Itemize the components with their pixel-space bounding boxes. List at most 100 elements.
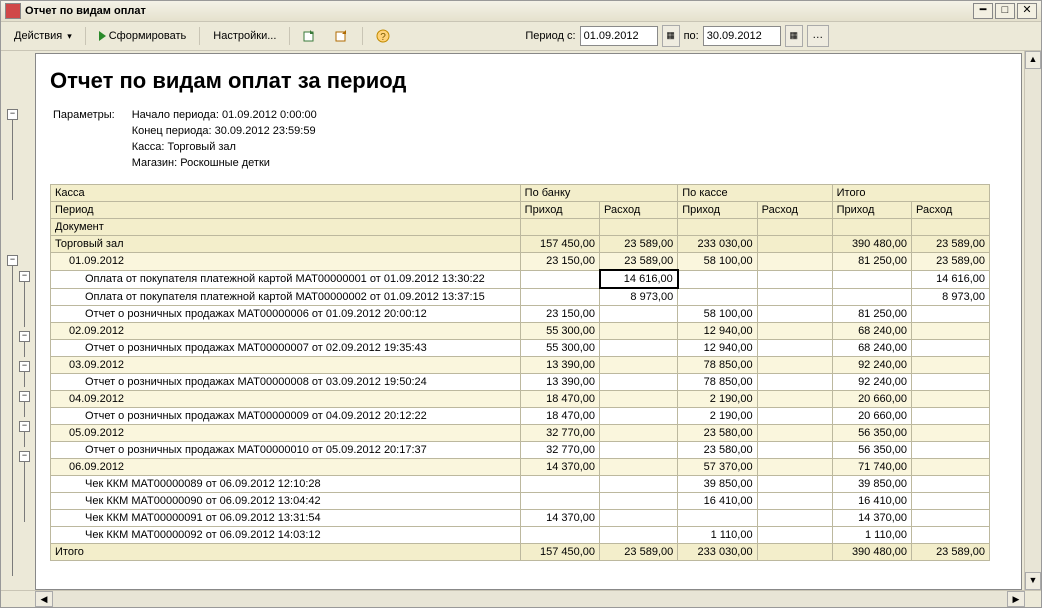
- cell-value: [757, 527, 832, 544]
- tree-gutter: −−−−−−−−: [1, 51, 35, 590]
- period-from-label: Период с:: [525, 30, 575, 42]
- toolbar: Действия▾ Сформировать Настройки... ?: [1, 22, 1041, 51]
- cell-value: [912, 459, 990, 476]
- table-row[interactable]: Отчет о розничных продажах МАТ00000008 о…: [51, 374, 990, 391]
- header-income: Приход: [832, 202, 911, 219]
- table-row[interactable]: Отчет о розничных продажах МАТ00000007 о…: [51, 340, 990, 357]
- cell-value: [757, 236, 832, 253]
- row-label: Отчет о розничных продажах МАТ00000009 о…: [51, 408, 521, 425]
- cell-value: 78 850,00: [678, 374, 757, 391]
- period-from-picker[interactable]: ▦: [662, 25, 680, 47]
- tree-toggle[interactable]: −: [19, 361, 30, 372]
- period-from-input[interactable]: 01.09.2012: [580, 26, 658, 46]
- cell-value: [832, 270, 911, 288]
- cell-value: 56 350,00: [832, 425, 911, 442]
- minimize-button[interactable]: ━: [973, 3, 993, 19]
- total-value: 23 589,00: [912, 544, 990, 561]
- table-row[interactable]: Торговый зал157 450,0023 589,00233 030,0…: [51, 236, 990, 253]
- table-row[interactable]: 03.09.201213 390,0078 850,0092 240,00: [51, 357, 990, 374]
- cell-value: 23 580,00: [678, 442, 757, 459]
- cell-value: [757, 253, 832, 271]
- scroll-track[interactable]: [1025, 69, 1041, 572]
- table-row[interactable]: Оплата от покупателя платежной картой МА…: [51, 270, 990, 288]
- cell-value: 78 850,00: [678, 357, 757, 374]
- cell-value: 14 616,00: [912, 270, 990, 288]
- row-label: 02.09.2012: [51, 323, 521, 340]
- cell-value: [912, 527, 990, 544]
- cell-value: 12 940,00: [678, 340, 757, 357]
- settings-button[interactable]: Настройки...: [206, 25, 283, 47]
- table-row[interactable]: Чек ККМ МАТ00000092 от 06.09.2012 14:03:…: [51, 527, 990, 544]
- cell-value: [678, 288, 757, 306]
- cell-value: [520, 493, 599, 510]
- generate-button[interactable]: Сформировать: [92, 25, 194, 47]
- close-button[interactable]: ✕: [1017, 3, 1037, 19]
- svg-text:?: ?: [381, 32, 387, 43]
- tree-toggle[interactable]: −: [19, 391, 30, 402]
- tree-toggle[interactable]: −: [19, 271, 30, 282]
- cell-value: [600, 425, 678, 442]
- period-to-input[interactable]: 30.09.2012: [703, 26, 781, 46]
- table-row[interactable]: Отчет о розничных продажах МАТ00000010 о…: [51, 442, 990, 459]
- table-row[interactable]: Отчет о розничных продажах МАТ00000009 о…: [51, 408, 990, 425]
- cell-value: 8 973,00: [600, 288, 678, 306]
- total-label: Итого: [51, 544, 521, 561]
- cell-value: 8 973,00: [912, 288, 990, 306]
- tree-toggle[interactable]: −: [7, 109, 18, 120]
- maximize-button[interactable]: □: [995, 3, 1015, 19]
- cell-value: 58 100,00: [678, 306, 757, 323]
- cell-value: 57 370,00: [678, 459, 757, 476]
- table-row[interactable]: Чек ККМ МАТ00000089 от 06.09.2012 12:10:…: [51, 476, 990, 493]
- separator: [199, 27, 200, 45]
- header-kassa: Касса: [51, 185, 521, 202]
- scroll-left-button[interactable]: ◀: [35, 591, 53, 607]
- table-row[interactable]: 04.09.201218 470,002 190,0020 660,00: [51, 391, 990, 408]
- separator: [85, 27, 86, 45]
- tree-toggle[interactable]: −: [19, 451, 30, 462]
- period-to-picker[interactable]: ▦: [785, 25, 803, 47]
- scroll-right-button[interactable]: ▶: [1007, 591, 1025, 607]
- help-button[interactable]: ?: [369, 25, 397, 47]
- report-viewport[interactable]: Отчет по видам оплат за период Параметры…: [35, 53, 1022, 590]
- tree-line: [24, 342, 25, 357]
- cell-value: [757, 270, 832, 288]
- scroll-up-button[interactable]: ▲: [1025, 51, 1041, 69]
- table-row[interactable]: Чек ККМ МАТ00000091 от 06.09.2012 13:31:…: [51, 510, 990, 527]
- actions-menu[interactable]: Действия▾: [7, 25, 79, 47]
- cell-value: 20 660,00: [832, 391, 911, 408]
- cell-value: 23 150,00: [520, 253, 599, 271]
- cell-value: 39 850,00: [678, 476, 757, 493]
- table-row[interactable]: 05.09.201232 770,0023 580,0056 350,00: [51, 425, 990, 442]
- header-group: По кассе: [678, 185, 832, 202]
- tree-toggle[interactable]: −: [7, 255, 18, 266]
- table-row[interactable]: Отчет о розничных продажах МАТ00000006 о…: [51, 306, 990, 323]
- export-button-1[interactable]: [296, 25, 324, 47]
- table-row[interactable]: Оплата от покупателя платежной картой МА…: [51, 288, 990, 306]
- table-row[interactable]: 06.09.201214 370,0057 370,0071 740,00: [51, 459, 990, 476]
- cell-value: 55 300,00: [520, 340, 599, 357]
- horizontal-scrollbar[interactable]: ◀ ▶: [1, 590, 1041, 607]
- cell-value: 14 370,00: [520, 459, 599, 476]
- scroll-down-button[interactable]: ▼: [1025, 572, 1041, 590]
- cell-value: [757, 425, 832, 442]
- header-group: По банку: [520, 185, 678, 202]
- cell-value: [600, 340, 678, 357]
- table-row[interactable]: Чек ККМ МАТ00000090 от 06.09.2012 13:04:…: [51, 493, 990, 510]
- header-period: Период: [51, 202, 521, 219]
- vertical-scrollbar[interactable]: ▲ ▼: [1024, 51, 1041, 590]
- table-row[interactable]: 01.09.201223 150,0023 589,0058 100,0081 …: [51, 253, 990, 271]
- cell-value: [600, 408, 678, 425]
- row-label: Отчет о розничных продажах МАТ00000007 о…: [51, 340, 521, 357]
- header-document: Документ: [51, 219, 521, 236]
- tree-toggle[interactable]: −: [19, 421, 30, 432]
- period-dialog-button[interactable]: …: [807, 25, 829, 47]
- params-label: Параметры:: [52, 106, 129, 172]
- row-label: Чек ККМ МАТ00000089 от 06.09.2012 12:10:…: [51, 476, 521, 493]
- tree-toggle[interactable]: −: [19, 331, 30, 342]
- scroll-track-h[interactable]: [53, 591, 1007, 607]
- cell-value: 23 150,00: [520, 306, 599, 323]
- param-line: Начало периода: 01.09.2012 0:00:00: [132, 107, 317, 123]
- export-button-2[interactable]: [328, 25, 356, 47]
- table-row[interactable]: 02.09.201255 300,0012 940,0068 240,00: [51, 323, 990, 340]
- cell-value: 68 240,00: [832, 323, 911, 340]
